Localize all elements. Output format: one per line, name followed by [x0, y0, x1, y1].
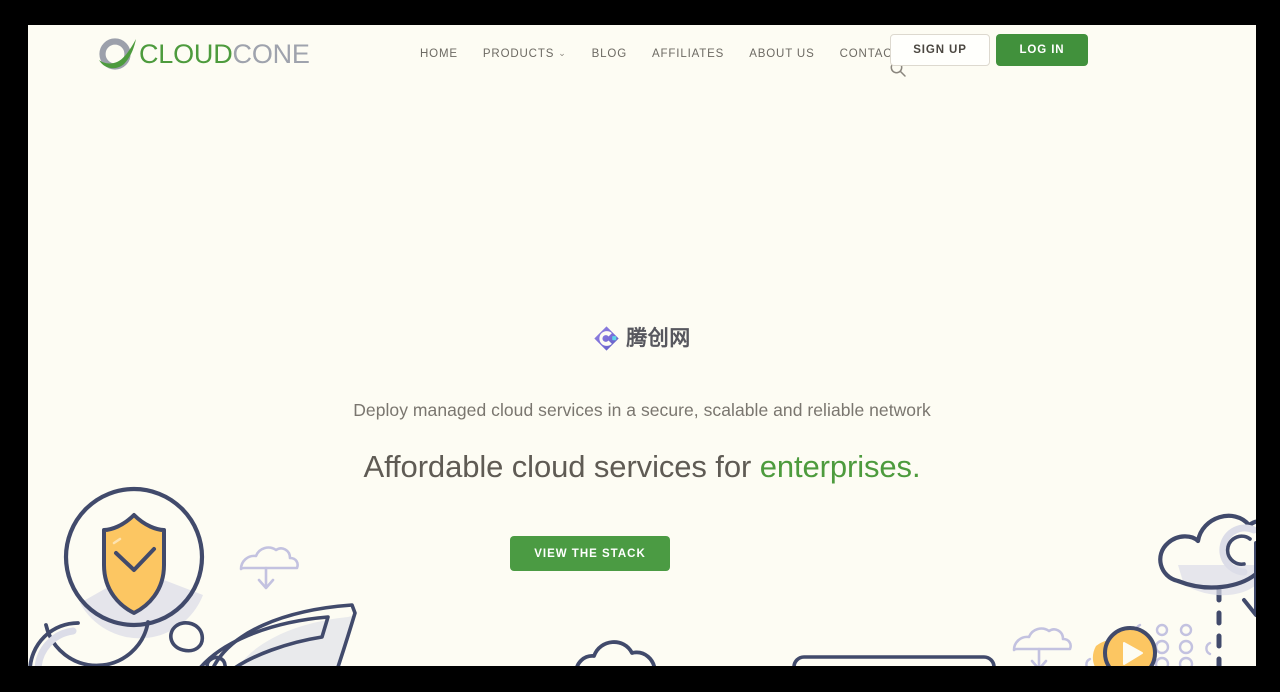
hero-watermark: 腾创网 — [28, 325, 1256, 352]
nav-item-blog-label: BLOG — [591, 48, 628, 60]
hero-title: Affordable cloud services for enterprise… — [28, 449, 1256, 485]
hero-title-accent: enterprises. — [759, 449, 921, 484]
brand-wordmark-cone: CONE — [232, 38, 310, 69]
primary-nav: HOME PRODUCTS ⌄ BLOG AFFILIATES ABOUT US… — [420, 41, 900, 67]
nav-item-products[interactable]: PRODUCTS ⌄ — [482, 47, 567, 61]
log-in-button[interactable]: LOG IN — [996, 34, 1088, 66]
nav-item-about-us-label: ABOUT US — [749, 48, 815, 60]
cloud-download-icon-right-group — [1012, 627, 1072, 666]
cloud-large-right-group — [1158, 513, 1256, 617]
hero-title-lead: Affordable cloud services for — [363, 449, 760, 484]
shield-in-circle-group — [63, 486, 205, 639]
site-header: CLOUDCONE HOME PRODUCTS ⌄ BLOG AFFILIATE… — [28, 25, 1256, 83]
browser-viewport: 腾创网 Deploy managed cloud services in a s… — [28, 25, 1256, 666]
cloud-download-icon-left-group — [239, 546, 299, 590]
nav-item-home-label: HOME — [420, 48, 458, 60]
tengchuang-diamond-c-logo-icon — [594, 326, 619, 351]
nav-item-affiliates[interactable]: AFFILIATES — [652, 48, 724, 60]
brand-logo[interactable]: CLOUDCONE — [96, 32, 310, 76]
sign-up-button[interactable]: SIGN UP — [890, 34, 990, 66]
chevron-down-icon: ⌄ — [558, 47, 567, 58]
brand-wordmark: CLOUDCONE — [139, 38, 310, 69]
nav-item-products-label: PRODUCTS — [482, 48, 555, 60]
paper-sheets-group — [199, 603, 357, 666]
nav-item-affiliates-label: AFFILIATES — [652, 48, 725, 60]
nav-item-home[interactable]: HOME — [420, 48, 458, 60]
nav-item-about-us[interactable]: ABOUT US — [749, 48, 814, 60]
monitor-outline-group — [792, 655, 996, 666]
watermark-text: 腾创网 — [626, 327, 691, 350]
cloud-small-center-group — [575, 640, 656, 666]
cloudcone-swoosh-logo-icon — [99, 38, 136, 70]
brand-wordmark-cloud: CLOUD — [139, 38, 233, 69]
hero-subtitle: Deploy managed cloud services in a secur… — [353, 400, 931, 420]
nav-item-blog[interactable]: BLOG — [592, 48, 627, 60]
view-the-stack-button[interactable]: VIEW THE STACK — [510, 536, 670, 571]
play-button-circle-group — [1092, 626, 1157, 666]
